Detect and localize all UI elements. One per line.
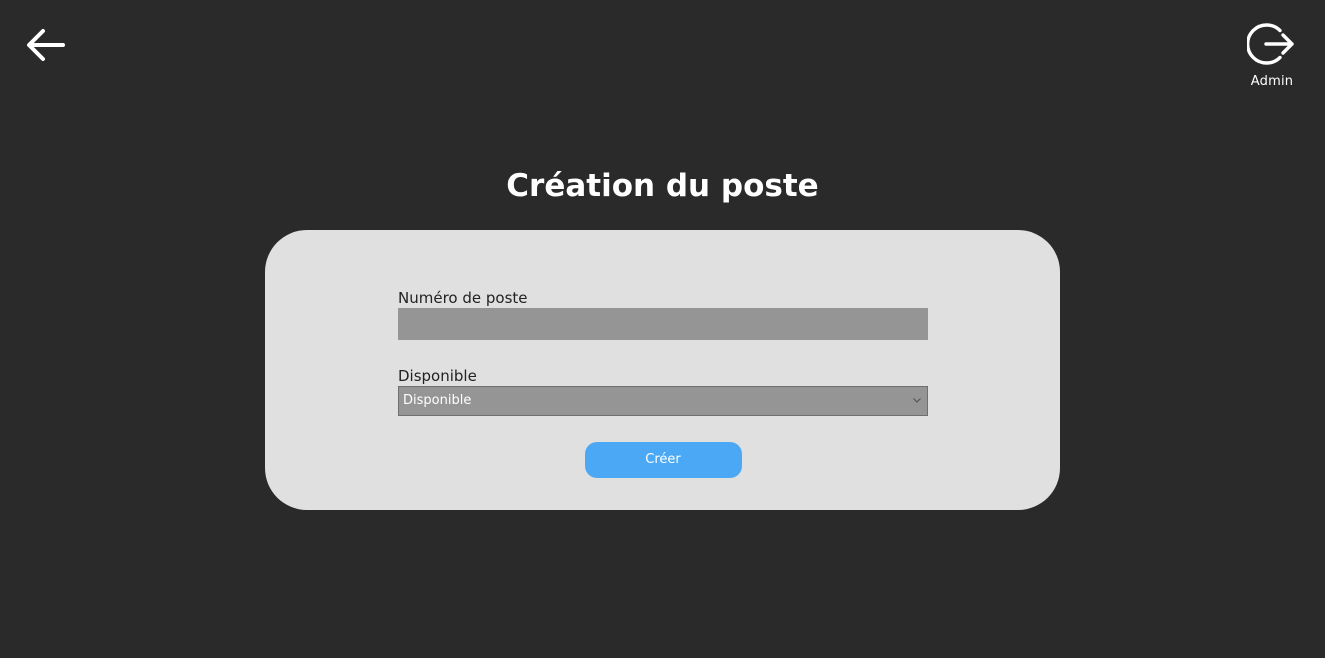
button-row: Créer: [398, 442, 928, 478]
logout-icon: [1247, 23, 1294, 65]
post-creation-form: Numéro de poste Disponible Disponible Cr…: [398, 288, 928, 478]
logout-button[interactable]: Admin: [1240, 20, 1304, 89]
page-title: Création du poste: [506, 168, 819, 204]
arrow-left-icon: [27, 29, 65, 61]
form-card: Numéro de poste Disponible Disponible Cr…: [265, 230, 1060, 510]
back-button[interactable]: [24, 26, 66, 64]
post-number-label: Numéro de poste: [398, 289, 528, 307]
post-number-input[interactable]: [398, 308, 928, 340]
availability-select-value: Disponible: [403, 393, 472, 408]
user-role-label: Admin: [1250, 74, 1294, 89]
availability-label: Disponible: [398, 367, 477, 385]
create-button[interactable]: Créer: [584, 442, 742, 478]
chevron-down-icon: [913, 398, 921, 403]
availability-select[interactable]: Disponible: [398, 386, 928, 416]
field-spacer: [398, 340, 928, 366]
page: Admin Création du poste Numéro de poste …: [0, 0, 1325, 658]
